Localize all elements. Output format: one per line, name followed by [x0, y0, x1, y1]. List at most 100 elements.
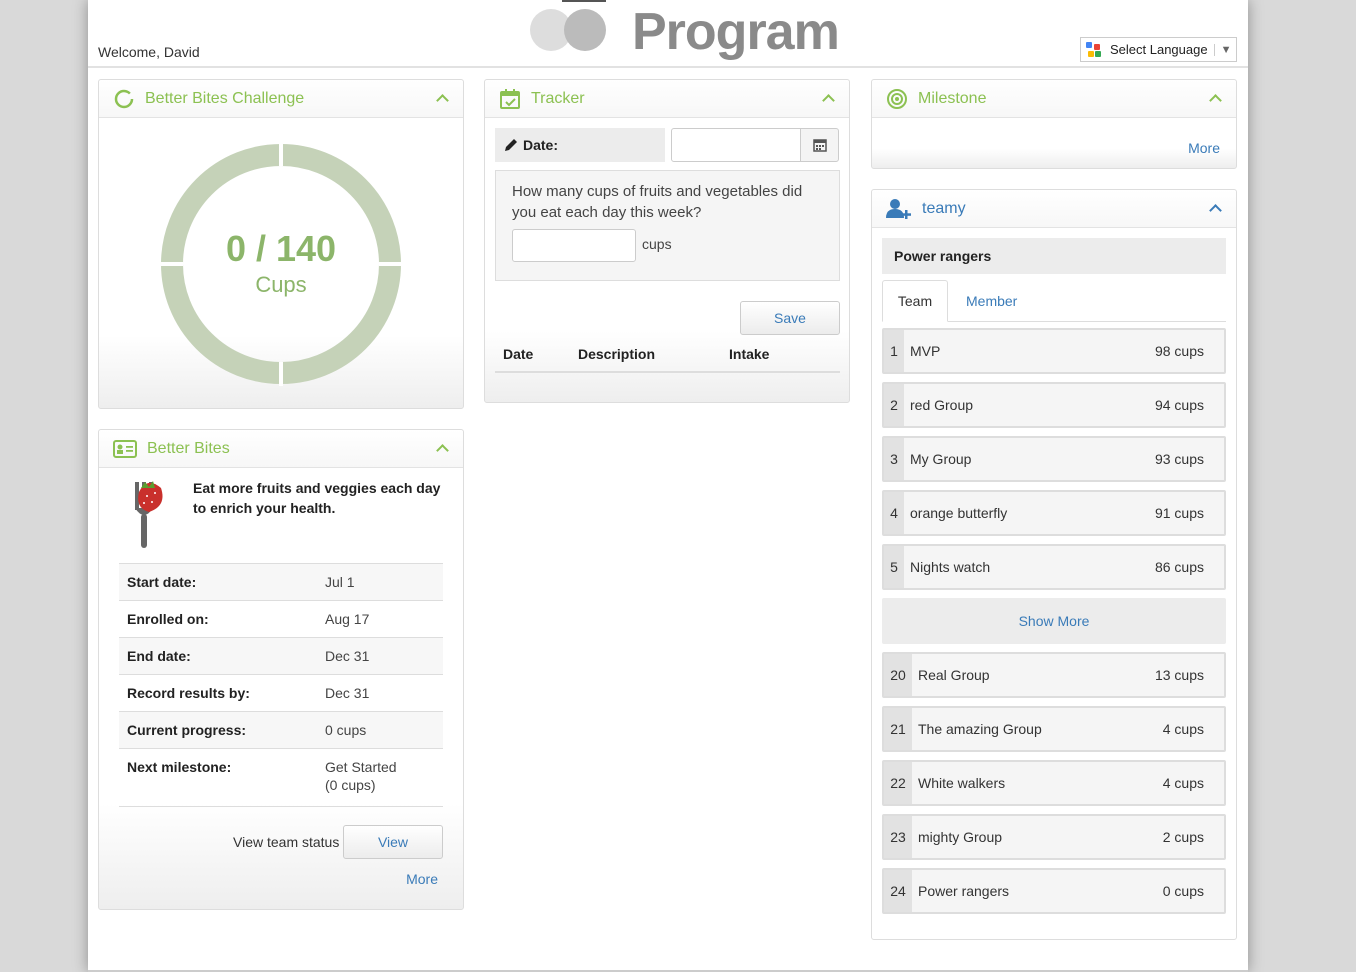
logo-icon	[530, 0, 606, 51]
cups-input[interactable]	[512, 229, 636, 262]
tab-member[interactable]: Member	[966, 280, 1017, 322]
team-row-name: Real Group	[918, 667, 990, 683]
challenge-panel-header[interactable]: Better Bites Challenge	[99, 80, 463, 118]
calendar-check-icon	[500, 88, 520, 109]
collapse-icon[interactable]	[436, 94, 449, 107]
leaderboard-row: 3 My Group 93 cups	[882, 436, 1226, 482]
team-row-name: Nights watch	[910, 559, 991, 575]
team-row-cups: 2 cups	[1162, 829, 1204, 845]
table-row: Start date: Jul 1	[119, 563, 443, 601]
tracker-panel: Tracker Date: How many cups of fruits an…	[484, 79, 850, 403]
team-row-cups: 4 cups	[1162, 775, 1204, 791]
team-row-name: red Group	[910, 397, 974, 413]
table-row: Current progress: 0 cups	[119, 711, 443, 749]
leaderboard-row: 2 red Group 94 cups	[882, 382, 1226, 428]
leaderboard-row: 24 Power rangers 0 cups	[882, 868, 1226, 914]
leaderboard-row: 22 White walkers 4 cups	[882, 760, 1226, 806]
team-row-name: White walkers	[918, 775, 1006, 791]
header: Welcome, David Program Select Language ▼	[88, 0, 1248, 68]
logo-text: Program	[632, 3, 840, 61]
column-header-description: Description	[578, 346, 656, 362]
team-row-name: mighty Group	[918, 829, 1003, 845]
progress-unit: Cups	[255, 272, 307, 297]
language-select[interactable]: Select Language ▼	[1080, 37, 1237, 62]
add-user-icon	[886, 198, 911, 219]
better-bites-description: Eat more fruits and veggies each day to …	[193, 480, 441, 516]
info-value: Dec 31	[317, 674, 443, 712]
info-value: Aug 17	[317, 600, 443, 638]
dropdown-arrow-icon: ▼	[1213, 43, 1231, 56]
collapse-icon[interactable]	[1209, 94, 1222, 107]
collapse-icon[interactable]	[436, 444, 449, 457]
rank-number: 1	[884, 330, 904, 372]
language-select-label: Select Language	[1110, 42, 1208, 57]
leaderboard-row: 5 Nights watch 86 cups	[882, 544, 1226, 590]
save-button[interactable]: Save	[740, 301, 840, 335]
rank-number: 21	[884, 708, 912, 750]
spinner-icon	[114, 89, 134, 108]
team-row-cups: 98 cups	[1154, 343, 1204, 359]
table-row: End date: Dec 31	[119, 637, 443, 675]
info-label: End date:	[119, 637, 317, 675]
collapse-icon[interactable]	[822, 94, 835, 107]
rank-number: 22	[884, 762, 912, 804]
tracker-table-header: Date Description Intake	[495, 340, 840, 373]
calendar-button[interactable]	[800, 128, 839, 162]
info-label: Enrolled on:	[119, 600, 317, 638]
team-panel: teamy Power rangers Team Member 1 MVP 98…	[871, 189, 1237, 940]
leaderboard-row: 21 The amazing Group 4 cups	[882, 706, 1226, 752]
leaderboard-row: 1 MVP 98 cups	[882, 328, 1226, 374]
challenge-panel: Better Bites Challenge 0 / 140 Cups	[98, 79, 464, 409]
leaderboard-row: 23 mighty Group 2 cups	[882, 814, 1226, 860]
view-button[interactable]: View	[343, 825, 443, 859]
date-label-text: Date:	[523, 137, 559, 153]
info-value: Get Started (0 cups)	[317, 748, 443, 807]
info-label: Record results by:	[119, 674, 317, 712]
rank-number: 5	[884, 546, 904, 588]
tracker-question: How many cups of fruits and vegetables d…	[512, 183, 803, 221]
id-card-icon	[113, 439, 137, 458]
table-row: Record results by: Dec 31	[119, 674, 443, 712]
more-link[interactable]: More	[406, 871, 438, 887]
team-row-cups: 13 cups	[1154, 667, 1204, 683]
show-more-button[interactable]: Show More	[882, 598, 1226, 644]
team-row-name: orange butterfly	[910, 505, 1008, 521]
info-label: Current progress:	[119, 711, 317, 749]
info-value: 0 cups	[317, 711, 443, 749]
page: Welcome, David Program Select Language ▼	[88, 0, 1248, 972]
rank-number: 20	[884, 654, 912, 696]
date-label: Date:	[495, 128, 665, 162]
team-row-cups: 91 cups	[1154, 505, 1204, 521]
tracker-panel-header[interactable]: Tracker	[485, 80, 849, 118]
team-row-cups: 93 cups	[1154, 451, 1204, 467]
team-panel-header[interactable]: teamy	[872, 190, 1236, 228]
next-milestone-cups: (0 cups)	[325, 777, 376, 793]
progress-count: 0 / 140	[225, 228, 337, 269]
more-link[interactable]: More	[1188, 140, 1220, 156]
info-label: Next milestone:	[119, 748, 317, 807]
rank-number: 24	[884, 870, 912, 912]
challenge-title: Better Bites Challenge	[145, 89, 305, 107]
leaderboard-row: 4 orange butterfly 91 cups	[882, 490, 1226, 536]
rank-number: 2	[884, 384, 904, 426]
cups-unit-label: cups	[642, 236, 672, 252]
team-row-name: MVP	[910, 343, 941, 359]
info-value: Jul 1	[317, 563, 443, 601]
team-title: teamy	[922, 199, 966, 217]
next-milestone-name: Get Started	[325, 759, 397, 775]
challenge-info-table: Start date: Jul 1 Enrolled on: Aug 17 En…	[119, 563, 443, 807]
better-bites-panel-header[interactable]: Better Bites	[99, 430, 463, 468]
milestone-panel-header[interactable]: Milestone	[872, 80, 1236, 118]
program-logo: Program	[518, 0, 840, 62]
team-row-name: The amazing Group	[918, 721, 1042, 737]
tab-team[interactable]: Team	[882, 280, 948, 322]
collapse-icon[interactable]	[1209, 204, 1222, 217]
better-bites-title: Better Bites	[147, 439, 230, 457]
better-bites-panel: Better Bites Eat more fruits and veggies…	[98, 429, 464, 910]
team-row-name: My Group	[910, 451, 972, 467]
column-header-intake: Intake	[729, 346, 770, 362]
date-input[interactable]	[671, 128, 801, 162]
team-row-cups: 0 cups	[1162, 883, 1204, 899]
rank-number: 23	[884, 816, 912, 858]
team-row-cups: 86 cups	[1154, 559, 1204, 575]
